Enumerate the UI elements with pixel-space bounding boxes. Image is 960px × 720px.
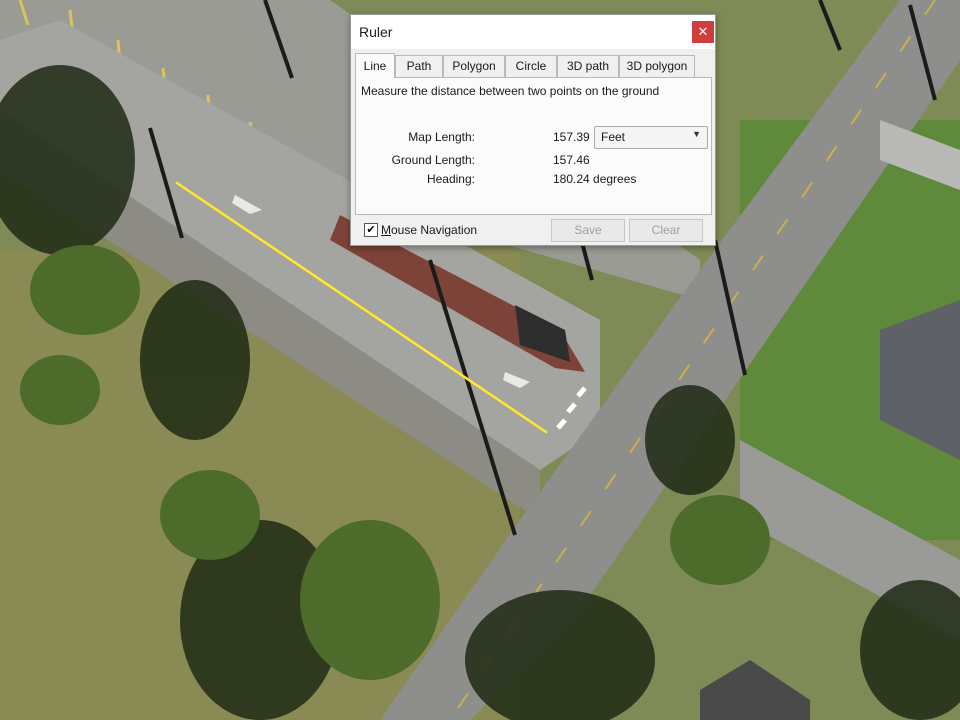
checkmark-icon: ✔: [366, 224, 376, 236]
window-title: Ruler: [359, 24, 393, 40]
tab-description: Measure the distance between two points …: [361, 84, 660, 98]
close-button[interactable]: ✕: [692, 21, 714, 43]
mouse-navigation-label[interactable]: Mouse Navigation: [381, 223, 477, 237]
tab-3d-path[interactable]: 3D path: [557, 55, 619, 77]
tab-circle[interactable]: Circle: [505, 55, 557, 77]
map-length-label: Map Length:: [408, 130, 475, 144]
chevron-down-icon: ▼: [692, 129, 701, 139]
heading-label: Heading:: [426, 172, 475, 186]
tab-3d-polygon[interactable]: 3D polygon: [619, 55, 695, 77]
tab-line[interactable]: Line: [355, 53, 395, 78]
ruler-dialog: Ruler ✕ Line Path Polygon Circle 3D path…: [350, 14, 716, 246]
map-length-value: 157.39: [553, 130, 590, 144]
ground-length-label: Ground Length:: [391, 153, 475, 167]
title-bar[interactable]: Ruler ✕: [351, 15, 715, 49]
close-icon: ✕: [697, 24, 709, 39]
mouse-navigation-checkbox[interactable]: ✔: [364, 223, 378, 237]
unit-select-value: Feet: [601, 130, 626, 144]
unit-select[interactable]: Feet ▼: [594, 126, 708, 149]
ground-length-value: 157.46: [553, 153, 590, 167]
tab-polygon[interactable]: Polygon: [443, 55, 505, 77]
tab-path[interactable]: Path: [395, 55, 443, 77]
save-button[interactable]: Save: [551, 219, 625, 242]
heading-value: 180.24 degrees: [553, 172, 637, 186]
clear-button[interactable]: Clear: [629, 219, 703, 242]
line-panel: Measure the distance between two points …: [355, 77, 712, 215]
